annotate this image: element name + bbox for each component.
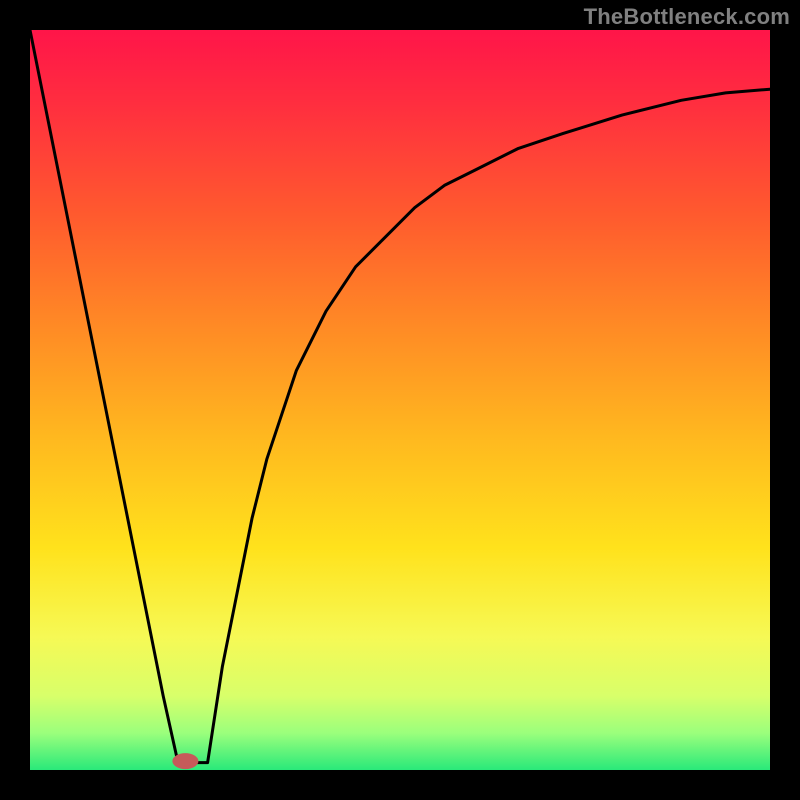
minimum-marker <box>172 753 198 769</box>
plot-area <box>30 30 770 770</box>
chart-frame: TheBottleneck.com <box>0 0 800 800</box>
chart-svg <box>30 30 770 770</box>
gradient-background <box>30 30 770 770</box>
watermark-text: TheBottleneck.com <box>584 4 790 30</box>
